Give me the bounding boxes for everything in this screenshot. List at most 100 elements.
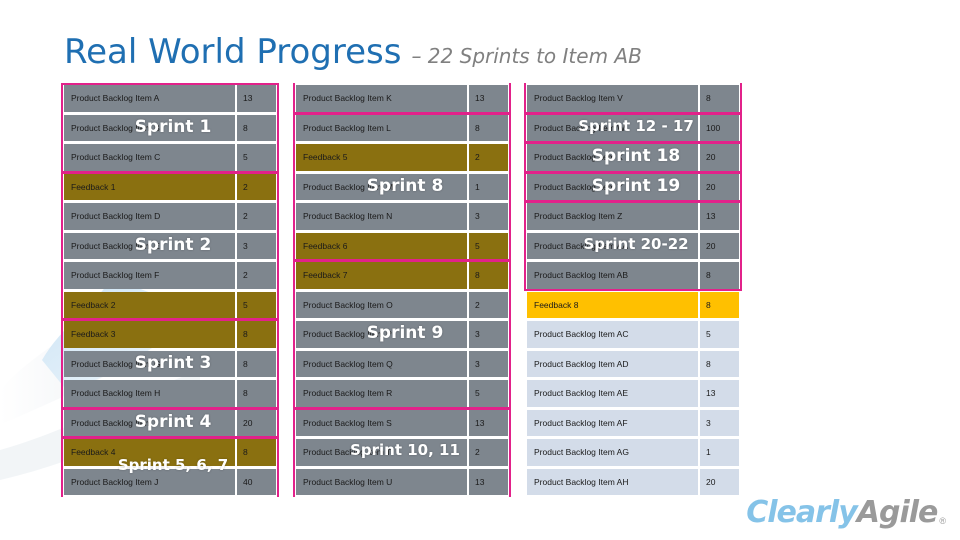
table-row[interactable]: Product Backlog Item Z 13 xyxy=(527,203,739,230)
row-item-points: 1 xyxy=(700,439,739,466)
row-item-name: Product Backlog Item P xyxy=(296,321,467,348)
table-row[interactable]: Product Backlog Item AF 3 xyxy=(527,409,739,436)
table-row[interactable]: Product Backlog Item D2 xyxy=(64,203,276,230)
row-item-points: 3 xyxy=(700,409,739,436)
page-title-main: Real World Progress xyxy=(64,32,402,72)
row-item-name: Product Backlog Item K xyxy=(296,85,467,112)
row-item-points: 13 xyxy=(469,468,508,495)
table-row[interactable]: Product Backlog Item Q3 xyxy=(296,350,508,377)
row-item-points: 3 xyxy=(469,203,508,230)
row-item-name: Product Backlog Item B xyxy=(64,114,235,141)
row-item-points: 8 xyxy=(237,439,276,466)
row-item-name: Product Backlog Item AE xyxy=(527,380,698,407)
row-item-points: 13 xyxy=(700,380,739,407)
table-row[interactable]: Product Backlog Item J 40 xyxy=(64,468,276,495)
table-row[interactable]: Product Backlog Item X 20 xyxy=(527,144,739,171)
row-item-name: Product Backlog Item U xyxy=(296,468,467,495)
row-item-points: 2 xyxy=(469,439,508,466)
row-item-name: Product Backlog Item Y xyxy=(527,173,698,200)
table-row[interactable]: Feedback 12 xyxy=(64,173,276,200)
table-row[interactable]: Product Backlog Item R5 xyxy=(296,380,508,407)
row-item-name: Product Backlog Item D xyxy=(64,203,235,230)
table-row[interactable]: Product Backlog Item K 13 xyxy=(296,85,508,112)
table-row[interactable]: Product Backlog Item C5 xyxy=(64,144,276,171)
table-row[interactable]: Product Backlog Item AH 20 xyxy=(527,468,739,495)
table-row[interactable]: Feedback 25 xyxy=(64,291,276,318)
table-row[interactable]: Product Backlog Item I 20 xyxy=(64,409,276,436)
table-row[interactable]: Product Backlog Item AG 1 xyxy=(527,439,739,466)
row-item-name: Feedback 7 xyxy=(296,262,467,289)
table-row[interactable]: Product Backlog Item AE 13 xyxy=(527,380,739,407)
table-row[interactable]: Product Backlog Item AC 5 xyxy=(527,321,739,348)
table-row[interactable]: Product Backlog Item E3 xyxy=(64,232,276,259)
table-row[interactable]: Product Backlog Item M1 xyxy=(296,173,508,200)
table-row[interactable]: Feedback 88 xyxy=(527,291,739,318)
table-row[interactable]: Product Backlog Item L8 xyxy=(296,114,508,141)
table-row[interactable]: Feedback 52 xyxy=(296,144,508,171)
table-row[interactable]: Product Backlog Item G8 xyxy=(64,350,276,377)
row-item-name: Product Backlog Item X xyxy=(527,144,698,171)
row-item-points: 13 xyxy=(469,85,508,112)
row-item-points: 3 xyxy=(469,350,508,377)
row-item-points: 100 xyxy=(700,114,739,141)
table-row[interactable]: Feedback 65 xyxy=(296,232,508,259)
row-item-name: Product Backlog Item J xyxy=(64,468,235,495)
row-item-points: 20 xyxy=(700,468,739,495)
table-row[interactable]: Feedback 78 xyxy=(296,262,508,289)
table-row[interactable]: Product Backlog Item U 13 xyxy=(296,468,508,495)
row-item-name: Product Backlog Item L xyxy=(296,114,467,141)
row-item-points: 5 xyxy=(700,321,739,348)
row-item-points: 8 xyxy=(469,262,508,289)
table-row[interactable]: Product Backlog Item W 100 xyxy=(527,114,739,141)
table-row[interactable]: Product Backlog Item B8 xyxy=(64,114,276,141)
row-item-name: Product Backlog Item G xyxy=(64,350,235,377)
row-item-points: 5 xyxy=(237,144,276,171)
row-item-name: Product Backlog Item AA xyxy=(527,232,698,259)
backlog-column-2: Product Backlog Item K 13 Product Backlog … xyxy=(293,83,511,498)
table-row[interactable]: Product Backlog Item A 13 xyxy=(64,85,276,112)
row-item-points: 8 xyxy=(700,350,739,377)
table-row[interactable]: Product Backlog Item AB 8 xyxy=(527,262,739,289)
row-item-points: 5 xyxy=(469,380,508,407)
row-item-points: 8 xyxy=(237,380,276,407)
table-row[interactable]: Product Backlog Item AD 8 xyxy=(527,350,739,377)
table-row[interactable]: Product Backlog Item S 13 xyxy=(296,409,508,436)
row-item-points: 20 xyxy=(700,144,739,171)
row-item-name: Product Backlog Item V xyxy=(527,85,698,112)
row-item-points: 3 xyxy=(469,321,508,348)
table-row[interactable]: Feedback 38 xyxy=(64,321,276,348)
row-item-name: Product Backlog Item AG xyxy=(527,439,698,466)
table-row[interactable]: Feedback 48 xyxy=(64,439,276,466)
table-row[interactable]: Product Backlog Item AA 20 xyxy=(527,232,739,259)
page-title-subtitle: – 22 Sprints to Item AB xyxy=(411,44,642,68)
table-row[interactable]: Product Backlog Item F2 xyxy=(64,262,276,289)
row-item-name: Feedback 8 xyxy=(527,291,698,318)
table-row[interactable]: Product Backlog Item V8 xyxy=(527,85,739,112)
row-item-name: Product Backlog Item AH xyxy=(527,468,698,495)
row-item-name: Product Backlog Item H xyxy=(64,380,235,407)
table-row[interactable]: Product Backlog Item T2 xyxy=(296,439,508,466)
row-item-name: Product Backlog Item C xyxy=(64,144,235,171)
backlog-column-1: Product Backlog Item A 13 Product Backlog … xyxy=(61,83,279,498)
table-row[interactable]: Product Backlog Item H8 xyxy=(64,380,276,407)
row-item-points: 20 xyxy=(237,409,276,436)
table-row[interactable]: Product Backlog Item P3 xyxy=(296,321,508,348)
row-item-points: 8 xyxy=(700,85,739,112)
logo-text-agile: Agile xyxy=(856,495,939,530)
table-row[interactable]: Product Backlog Item Y 20 xyxy=(527,173,739,200)
row-item-points: 8 xyxy=(700,262,739,289)
row-item-name: Product Backlog Item AC xyxy=(527,321,698,348)
row-item-name: Product Backlog Item E xyxy=(64,232,235,259)
table-row[interactable]: Product Backlog Item N3 xyxy=(296,203,508,230)
row-item-points: 2 xyxy=(469,144,508,171)
row-item-name: Product Backlog Item Z xyxy=(527,203,698,230)
row-item-points: 5 xyxy=(237,291,276,318)
row-item-name: Product Backlog Item AF xyxy=(527,409,698,436)
row-item-points: 8 xyxy=(237,321,276,348)
row-item-points: 1 xyxy=(469,173,508,200)
row-item-points: 8 xyxy=(700,291,739,318)
row-item-points: 8 xyxy=(237,114,276,141)
row-item-points: 2 xyxy=(237,173,276,200)
row-item-points: 3 xyxy=(237,232,276,259)
table-row[interactable]: Product Backlog Item O2 xyxy=(296,291,508,318)
